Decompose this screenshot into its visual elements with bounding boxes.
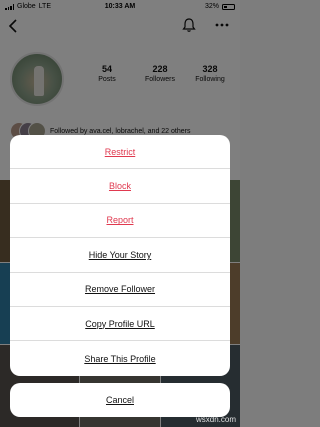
cancel-button[interactable]: Cancel <box>10 383 230 417</box>
report-button[interactable]: Report <box>10 204 230 239</box>
restrict-button[interactable]: Restrict <box>10 135 230 170</box>
block-button[interactable]: Block <box>10 169 230 204</box>
watermark: wsxdn.com <box>195 415 236 424</box>
copy-profile-url-button[interactable]: Copy Profile URL <box>10 307 230 342</box>
remove-follower-button[interactable]: Remove Follower <box>10 273 230 307</box>
hide-your-story-button[interactable]: Hide Your Story <box>10 238 230 273</box>
share-this-profile-button[interactable]: Share This Profile <box>10 341 230 375</box>
action-sheet: Restrict Block Report Hide Your Story Re… <box>10 135 230 376</box>
